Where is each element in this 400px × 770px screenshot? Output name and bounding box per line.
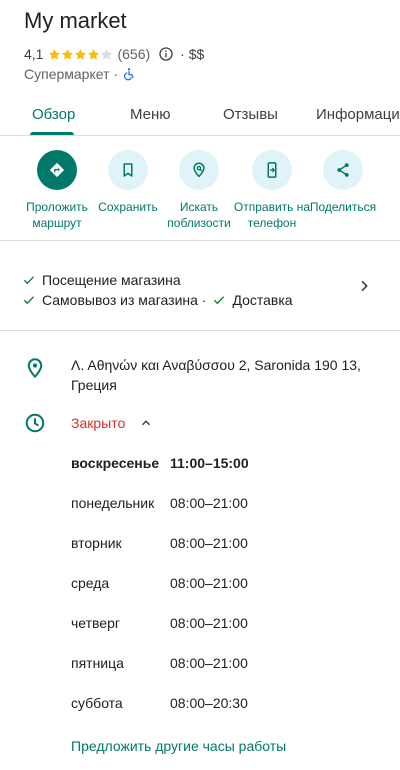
send-to-phone-label: Отправить на телефон bbox=[233, 200, 311, 230]
location-pin-icon bbox=[27, 358, 43, 379]
clock-icon bbox=[25, 413, 45, 433]
active-tab-indicator bbox=[30, 132, 74, 135]
address-text[interactable]: Λ. Αθηνών και Αναβύσσου 2, Saronida 190 … bbox=[71, 355, 371, 395]
tab-menu[interactable]: Меню bbox=[130, 106, 171, 123]
hours-day: понедельник bbox=[71, 495, 155, 511]
review-count[interactable]: (656) bbox=[117, 46, 150, 62]
search-nearby-label: Искать поблизости bbox=[167, 200, 231, 230]
tab-bar: Обзор Меню Отзывы Информация bbox=[0, 94, 400, 136]
category-row: Супермаркет · bbox=[24, 66, 136, 82]
check-icon bbox=[214, 296, 225, 305]
search-nearby-icon bbox=[179, 150, 219, 190]
category-label[interactable]: Супермаркет · bbox=[24, 66, 118, 82]
search-nearby-button[interactable]: Искать поблизости bbox=[159, 150, 239, 231]
star-icon bbox=[49, 48, 61, 60]
star-empty-icon bbox=[101, 48, 113, 60]
star-icon bbox=[75, 48, 87, 60]
hours-day: пятница bbox=[71, 655, 124, 671]
bookmark-icon bbox=[108, 150, 148, 190]
action-row: Проложить маршрут Сохранить Искать побли… bbox=[0, 150, 400, 240]
chevron-right-icon[interactable] bbox=[356, 278, 372, 294]
hours-time: 08:00–21:00 bbox=[170, 655, 248, 671]
rating-stars bbox=[48, 48, 113, 61]
rating-row: 4,1 (656) · $$ bbox=[24, 45, 204, 63]
service-pickup: Самовывоз из магазина · bbox=[42, 292, 207, 308]
check-icon bbox=[23, 276, 35, 285]
star-icon bbox=[88, 48, 100, 60]
suggest-hours-link[interactable]: Предложить другие часы работы bbox=[71, 738, 286, 754]
share-button[interactable]: Поделиться bbox=[303, 150, 383, 215]
check-icon bbox=[23, 296, 35, 305]
hours-time: 08:00–21:00 bbox=[170, 535, 248, 551]
save-button[interactable]: Сохранить bbox=[88, 150, 168, 215]
status-text: Закрыто bbox=[71, 415, 126, 431]
hours-day: среда bbox=[71, 575, 110, 591]
hours-day: воскресенье bbox=[71, 455, 160, 471]
hours-time: 08:00–20:30 bbox=[170, 695, 248, 711]
star-icon bbox=[62, 48, 74, 60]
hours-day: суббота bbox=[71, 695, 123, 711]
service-options[interactable]: Посещение магазина Самовывоз из магазина… bbox=[22, 270, 293, 310]
share-icon bbox=[323, 150, 363, 190]
tab-overview[interactable]: Обзор bbox=[32, 106, 75, 123]
directions-label: Проложить маршрут bbox=[26, 200, 88, 230]
price-level: · $$ bbox=[180, 46, 205, 62]
place-title: My market bbox=[24, 8, 127, 33]
hours-day: вторник bbox=[71, 535, 122, 551]
directions-button[interactable]: Проложить маршрут bbox=[17, 150, 97, 231]
save-label: Сохранить bbox=[98, 200, 158, 214]
info-icon[interactable] bbox=[158, 46, 174, 62]
tab-info[interactable]: Информация bbox=[316, 106, 400, 123]
service-line: Посещение магазина bbox=[22, 270, 293, 290]
wheelchair-icon bbox=[123, 68, 134, 81]
service-in-store: Посещение магазина bbox=[42, 272, 181, 288]
section-divider bbox=[0, 240, 400, 241]
hours-time: 08:00–21:00 bbox=[170, 575, 248, 591]
hours-time: 11:00–15:00 bbox=[170, 455, 249, 471]
service-delivery: Доставка bbox=[232, 292, 293, 308]
rating-value: 4,1 bbox=[24, 46, 44, 62]
service-line: Самовывоз из магазина · Доставка bbox=[22, 290, 293, 310]
send-to-phone-button[interactable]: Отправить на телефон bbox=[232, 150, 312, 231]
hours-time: 08:00–21:00 bbox=[170, 495, 248, 511]
hours-day: четверг bbox=[71, 615, 120, 631]
directions-icon bbox=[37, 150, 77, 190]
chevron-up-icon bbox=[142, 420, 151, 426]
section-divider bbox=[0, 330, 400, 331]
open-status[interactable]: Закрыто bbox=[71, 415, 153, 431]
hours-time: 08:00–21:00 bbox=[170, 615, 248, 631]
tab-reviews[interactable]: Отзывы bbox=[223, 106, 278, 123]
share-label: Поделиться bbox=[309, 200, 377, 214]
send-to-phone-icon bbox=[252, 150, 292, 190]
